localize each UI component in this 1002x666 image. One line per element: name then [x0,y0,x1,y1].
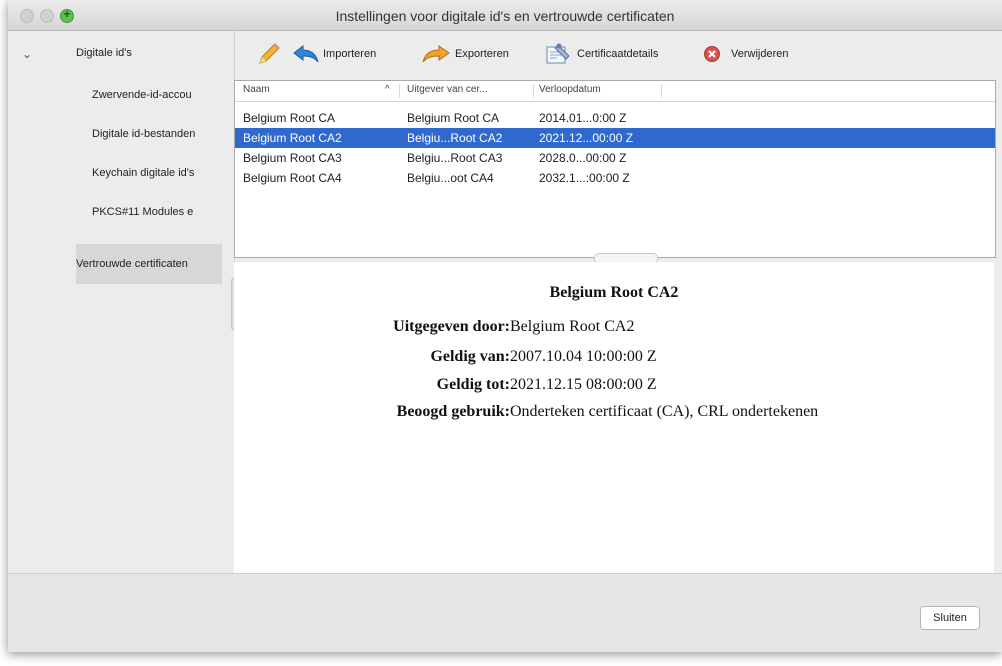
pencil-icon [257,43,281,65]
cell-name: Belgium Root CA [243,111,336,125]
detail-value-issued-by: Belgium Root CA2 [510,318,635,335]
certificate-detail-pane: Belgium Root CA2 Uitgegeven door: Belgiu… [234,262,994,573]
chevron-down-icon[interactable]: ⌄ [22,47,32,61]
detail-label-issued-by: Uitgegeven door: [393,318,510,335]
column-header-name[interactable]: Naam [243,84,270,95]
cell-name: Belgium Root CA3 [243,151,342,165]
sidebar-item-pkcs11-modules[interactable]: PKCS#11 Modules e [92,206,224,218]
detail-label-valid-from: Geldig van: [430,348,510,365]
table-row-selected[interactable]: Belgium Root CA2 Belgiu...Root CA2 2021.… [235,128,995,148]
certificates-table: Naam ^ Uitgever van cer... Verloopdatum … [234,80,996,258]
detail-value-intended-use: Onderteken certificaat (CA), CRL onderte… [510,403,819,420]
certificate-details-icon [545,42,573,66]
title-bar: + Instellingen voor digitale id's en ver… [8,0,1002,31]
window-title: Instellingen voor digitale id's en vertr… [335,8,675,24]
table-row[interactable]: Belgium Root CA Belgium Root CA 2014.01.… [235,108,995,128]
sidebar-item-keychain-digital-ids[interactable]: Keychain digitale id's [92,167,224,179]
close-button[interactable]: Sluiten [920,606,980,630]
import-arrow-icon [293,44,319,64]
cell-issuer: Belgiu...Root CA3 [407,151,503,165]
cell-name: Belgium Root CA4 [243,171,342,185]
import-button[interactable]: Importeren [293,43,376,65]
cell-expiry: 2014.01...0:00 Z [539,111,627,125]
cell-expiry: 2021.12...00:00 Z [539,131,634,145]
import-label: Importeren [323,48,377,60]
column-header-issuer[interactable]: Uitgever van cer... [407,84,488,95]
cell-expiry: 2032.1...:00:00 Z [539,171,630,185]
edit-button[interactable] [257,43,285,65]
column-divider[interactable] [399,84,400,98]
column-divider[interactable] [533,84,534,98]
delete-button[interactable]: Verwijderen [703,43,788,65]
sidebar-item-digital-id-files[interactable]: Digitale id-bestanden [92,128,224,140]
column-header-expiry[interactable]: Verloopdatum [539,84,601,95]
export-label: Exporteren [455,48,509,60]
cell-expiry: 2028.0...00:00 Z [539,151,627,165]
table-row[interactable]: Belgium Root CA3 Belgiu...Root CA3 2028.… [235,148,995,168]
sort-ascending-icon[interactable]: ^ [385,84,390,95]
table-header: Naam ^ Uitgever van cer... Verloopdatum [235,81,995,102]
sidebar: ⌄ Digitale id's Zwervende-id-accou Digit… [8,31,235,571]
cell-name: Belgium Root CA2 [243,131,342,145]
sidebar-item-trusted-certificates[interactable]: Vertrouwde certificaten [76,244,222,284]
export-arrow-icon [421,44,451,64]
cell-issuer: Belgiu...oot CA4 [407,171,494,185]
detail-label-intended-use: Beoogd gebruik: [396,403,510,420]
sidebar-item-roaming-id-accounts[interactable]: Zwervende-id-accou [92,89,224,101]
column-divider[interactable] [661,84,662,98]
delete-icon [703,45,721,63]
cell-issuer: Belgium Root CA [407,111,500,125]
detail-value-valid-from: 2007.10.04 10:00:00 Z [510,348,657,365]
certificate-details-label: Certificaatdetails [577,48,659,60]
detail-label-valid-to: Geldig tot: [436,376,510,393]
cell-issuer: Belgiu...Root CA2 [407,131,503,145]
certificate-details-button[interactable]: Certificaatdetails [545,43,658,65]
detail-value-valid-to: 2021.12.15 08:00:00 Z [510,376,657,393]
dialog-footer: Sluiten [8,573,1002,652]
table-row[interactable]: Belgium Root CA4 Belgiu...oot CA4 2032.1… [235,168,995,188]
sidebar-group-digital-ids[interactable]: Digitale id's [76,47,132,59]
export-button[interactable]: Exporteren [421,43,509,65]
detail-title: Belgium Root CA2 [549,284,679,301]
toolbar: Importeren Exporteren Certificaatdetails… [235,31,1002,75]
delete-label: Verwijderen [731,48,789,60]
settings-window: + Instellingen voor digitale id's en ver… [8,0,1002,652]
